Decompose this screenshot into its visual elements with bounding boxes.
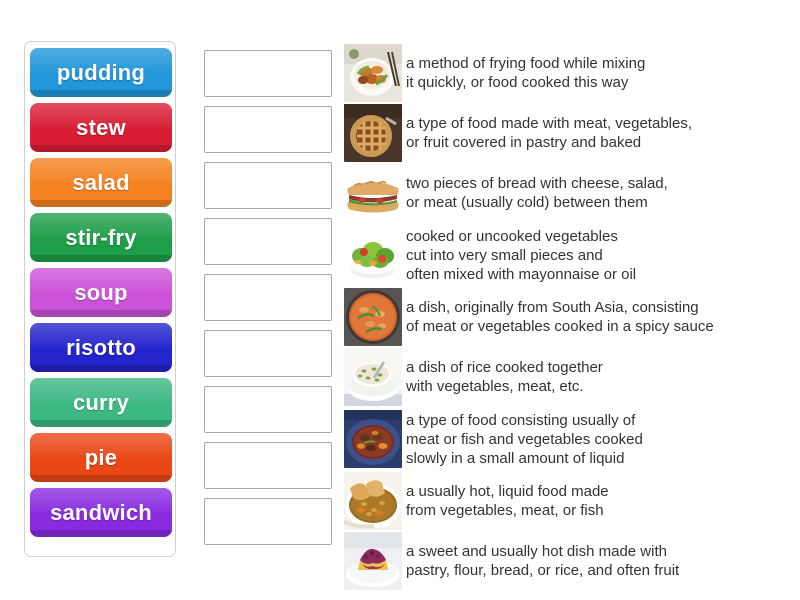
lattice-pie-image bbox=[344, 104, 402, 162]
word-tile-soup[interactable]: soup bbox=[30, 268, 172, 317]
word-tile-stew[interactable]: stew bbox=[30, 103, 172, 152]
word-tile-label: salad bbox=[72, 169, 130, 195]
vegetable-soup-bread-image bbox=[344, 472, 402, 530]
submarine-sandwich-image bbox=[344, 164, 402, 222]
answer-drop-box[interactable] bbox=[204, 162, 332, 209]
stir-fry-bowl-image bbox=[344, 44, 402, 102]
definition-row: a type of food made with meat, vegetable… bbox=[344, 104, 784, 162]
word-tile-label: risotto bbox=[66, 334, 136, 360]
answer-drop-box[interactable] bbox=[204, 330, 332, 377]
definition-text: a dish of rice cooked together with vege… bbox=[406, 359, 603, 395]
definition-row: a sweet and usually hot dish made with p… bbox=[344, 532, 784, 590]
word-tiles-panel: pudding stew salad stir-fry soup risotto… bbox=[24, 41, 176, 557]
answer-drop-box[interactable] bbox=[204, 106, 332, 153]
definition-row: two pieces of bread with cheese, salad, … bbox=[344, 164, 784, 222]
word-tile-label: pudding bbox=[56, 59, 146, 85]
answer-drop-box[interactable] bbox=[204, 498, 332, 545]
answer-drop-box[interactable] bbox=[204, 50, 332, 97]
word-tile-sandwich[interactable]: sandwich bbox=[30, 488, 172, 537]
word-tile-pudding[interactable]: pudding bbox=[30, 48, 172, 97]
word-tile-label: curry bbox=[72, 389, 130, 415]
answer-drop-box[interactable] bbox=[204, 218, 332, 265]
word-tile-curry[interactable]: curry bbox=[30, 378, 172, 427]
definition-row: cooked or uncooked vegetables cut into v… bbox=[344, 224, 784, 286]
answer-drop-zone-column bbox=[204, 50, 332, 554]
definition-row: a usually hot, liquid food made from veg… bbox=[344, 472, 784, 530]
word-tile-label: sandwich bbox=[50, 499, 152, 525]
definition-row: a dish, originally from South Asia, cons… bbox=[344, 288, 784, 346]
definition-text: cooked or uncooked vegetables cut into v… bbox=[406, 227, 637, 283]
answer-drop-box[interactable] bbox=[204, 442, 332, 489]
sponge-pudding-plate-image bbox=[344, 532, 402, 590]
answer-drop-box[interactable] bbox=[204, 274, 332, 321]
green-salad-bowl-image bbox=[344, 226, 402, 284]
answer-drop-box[interactable] bbox=[204, 386, 332, 433]
curry-pot-image bbox=[344, 288, 402, 346]
definition-text: a type of food made with meat, vegetable… bbox=[406, 115, 693, 151]
word-tile-label: stir-fry bbox=[65, 224, 137, 250]
word-tile-risotto[interactable]: risotto bbox=[30, 323, 172, 372]
definition-text: a dish, originally from South Asia, cons… bbox=[406, 299, 714, 335]
definition-text: two pieces of bread with cheese, salad, … bbox=[406, 175, 668, 211]
word-tile-salad[interactable]: salad bbox=[30, 158, 172, 207]
definition-text: a sweet and usually hot dish made with p… bbox=[406, 543, 680, 579]
definition-row: a dish of rice cooked together with vege… bbox=[344, 348, 784, 406]
word-tile-stir-fry[interactable]: stir-fry bbox=[30, 213, 172, 262]
definitions-column: a method of frying food while mixing it … bbox=[344, 44, 784, 592]
word-tile-label: soup bbox=[74, 279, 128, 305]
definition-text: a usually hot, liquid food made from veg… bbox=[406, 483, 609, 519]
word-tile-pie[interactable]: pie bbox=[30, 433, 172, 482]
definition-row: a type of food consisting usually of mea… bbox=[344, 408, 784, 470]
word-tile-label: stew bbox=[76, 114, 126, 140]
definition-text: a type of food consisting usually of mea… bbox=[406, 411, 643, 467]
beef-stew-plate-image bbox=[344, 410, 402, 468]
risotto-bowl-image bbox=[344, 348, 402, 406]
definition-row: a method of frying food while mixing it … bbox=[344, 44, 784, 102]
word-tile-label: pie bbox=[84, 444, 118, 470]
match-up-activity: pudding stew salad stir-fry soup risotto… bbox=[0, 0, 800, 600]
definition-text: a method of frying food while mixing it … bbox=[406, 55, 646, 91]
